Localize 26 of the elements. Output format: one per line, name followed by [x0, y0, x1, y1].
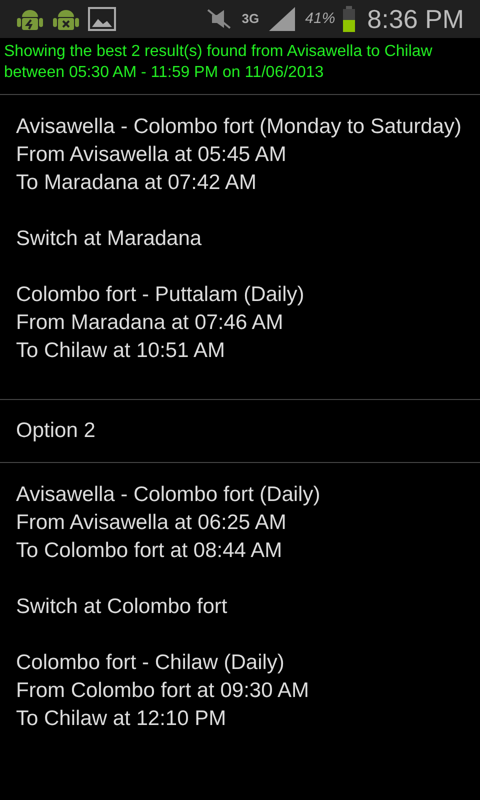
route-line: From Maradana at 07:46 AM — [16, 310, 284, 336]
option-header[interactable]: Option 2 — [0, 399, 480, 462]
route-line: To Chilaw at 10:51 AM — [16, 338, 226, 364]
route-line: To Colombo fort at 08:44 AM — [16, 538, 284, 564]
android-robot-bolt-icon — [16, 7, 44, 31]
android-robot-cross-icon — [52, 7, 80, 31]
network-type: 3G — [242, 10, 260, 28]
route-item[interactable]: Avisawella - Colombo fort (Monday to Saturday) From Avisawella at 05:45 AM To Maradana at 07:42 AM Switch at Maradana Colombo fort - Puttalam (Daily) From Maradana at 07:46 AM To Chilaw at 10:51 AM — [0, 94, 480, 399]
route-line: To Maradana at 07:42 AM — [16, 170, 258, 196]
route-line: Switch at Maradana — [16, 226, 203, 252]
route-line: Avisawella - Colombo fort (Monday to Saturday) — [16, 114, 462, 140]
route-line: From Colombo fort at 09:30 AM — [16, 678, 310, 704]
route-line: Avisawella - Colombo fort (Daily) — [16, 482, 322, 508]
signal-icon — [267, 7, 298, 31]
search-summary: Showing the best 2 result(s) found from Avisawella to Chilaw between 05:30 AM - 11:59 PM on 11/06/2013 — [3, 42, 434, 83]
route-line: From Avisawella at 06:25 AM — [16, 510, 288, 536]
clock: 8:36 PM — [367, 2, 464, 36]
battery-percent: 41% — [305, 8, 336, 29]
route-line: From Avisawella at 05:45 AM — [16, 142, 288, 168]
image-icon — [88, 7, 116, 31]
route-item[interactable]: Avisawella - Colombo fort (Daily) From Avisawella at 06:25 AM To Colombo fort at 08:44 AM Switch at Colombo fort Colombo fort - Chilaw (Daily) From Colombo fort at 09:30 AM To Chilaw at 12:10 PM — [0, 462, 480, 767]
battery-icon — [343, 6, 356, 32]
route-line: Colombo fort - Puttalam (Daily) — [16, 282, 306, 308]
route-line: Colombo fort - Chilaw (Daily) — [16, 650, 286, 676]
route-line: To Chilaw at 12:10 PM — [16, 706, 228, 732]
route-line: Switch at Colombo fort — [16, 594, 228, 620]
